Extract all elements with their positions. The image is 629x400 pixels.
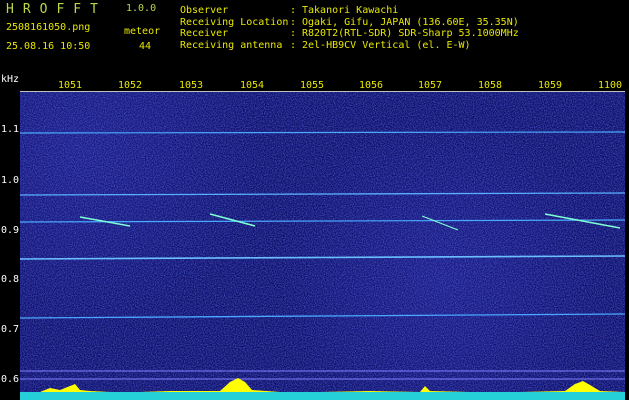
x-tick-label: 1056 <box>359 80 384 91</box>
y-axis-unit: kHz <box>1 74 20 85</box>
info-separator: : <box>290 39 297 51</box>
info-value: 2el-HB9CV Vertical (el. E-W) <box>302 39 471 51</box>
info-row-observer: Observer : Takanori Kawachi <box>180 5 519 17</box>
info-value: Ogaki, Gifu, JAPAN (136.60E, 35.35N) <box>302 16 519 28</box>
info-value: R820T2(RTL-SDR) SDR-Sharp 53.1000MHz <box>302 28 519 39</box>
info-key: Receiver <box>180 28 229 39</box>
spectrogram-svg <box>20 92 625 400</box>
y-tick-label: 1.0 <box>1 175 20 186</box>
station-info: Observer : Takanori Kawachi Receiving Lo… <box>180 5 519 51</box>
meteor-label: meteor <box>124 26 161 37</box>
x-tick-label: 1051 <box>58 80 83 91</box>
x-tick-label: 1059 <box>538 80 563 91</box>
date-time: 25.08.16 10:50 <box>6 41 91 52</box>
info-separator: : <box>290 16 297 28</box>
info-separator: : <box>290 28 297 39</box>
noise-layer <box>20 92 625 400</box>
x-tick-label: 1057 <box>418 80 443 91</box>
spectrum-baseline <box>20 392 625 400</box>
x-tick-label: 1055 <box>300 80 325 91</box>
header-panel: HROFFT 1.0.0 2508161050.png 25.08.16 10:… <box>0 0 629 74</box>
info-row-receiver: Receiver : R820T2(RTL-SDR) SDR-Sharp 53.… <box>180 28 519 40</box>
y-tick-label: 0.9 <box>1 225 20 236</box>
meteor-count: 44 <box>139 41 152 52</box>
info-row-location: Receiving Location : Ogaki, Gifu, JAPAN … <box>180 17 519 29</box>
app-version: 1.0.0 <box>126 3 157 14</box>
info-row-antenna: Receiving antenna : 2el-HB9CV Vertical (… <box>180 40 519 52</box>
x-tick-label: 1058 <box>478 80 503 91</box>
x-tick-label: 1053 <box>179 80 204 91</box>
info-value: Takanori Kawachi <box>302 5 399 16</box>
info-key: Observer <box>180 5 229 16</box>
x-tick-label: 1052 <box>118 80 143 91</box>
spectrogram <box>20 92 625 400</box>
y-tick-label: 0.6 <box>1 374 20 385</box>
y-tick-label: 1.1 <box>1 124 20 135</box>
app-title: HROFFT <box>6 2 107 17</box>
info-key: Receiving Location <box>180 16 289 28</box>
y-tick-label: 0.8 <box>1 274 20 285</box>
file-name: 2508161050.png <box>6 22 91 33</box>
y-tick-label: 0.7 <box>1 324 20 335</box>
x-tick-label: 1054 <box>240 80 265 91</box>
x-tick-label: 1100 <box>598 80 623 91</box>
info-separator: : <box>290 5 297 16</box>
info-key: Receiving antenna <box>180 39 283 51</box>
plot-top-border <box>20 91 625 92</box>
